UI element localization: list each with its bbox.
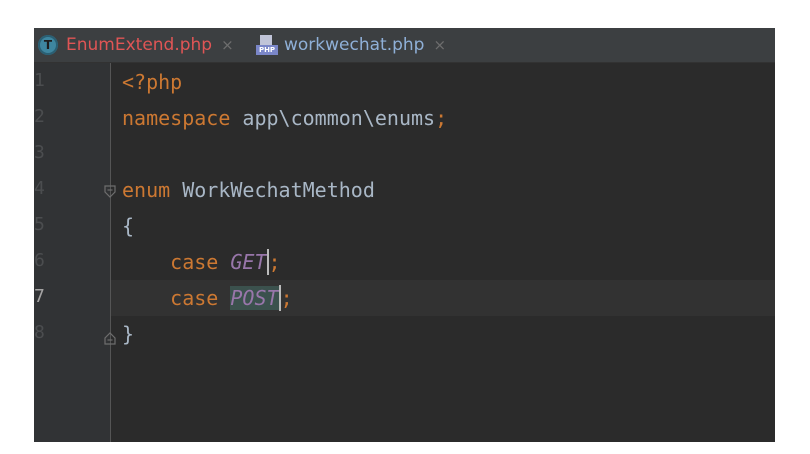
line-number: 8 bbox=[34, 322, 45, 343]
namespace-keyword: namespace bbox=[122, 106, 231, 130]
line-number: 3 bbox=[34, 142, 45, 163]
open-brace: { bbox=[122, 214, 135, 238]
semicolon: ; bbox=[268, 250, 281, 274]
php-file-icon-label: PHP bbox=[256, 45, 278, 55]
close-icon[interactable]: × bbox=[433, 36, 446, 54]
semicolon: ; bbox=[280, 286, 293, 310]
tab-workwechat[interactable]: PHP workwechat.php × bbox=[256, 28, 446, 62]
code-line-7[interactable]: case POST; bbox=[122, 280, 293, 316]
fold-close-icon[interactable] bbox=[103, 331, 117, 345]
enum-case-post: POST bbox=[230, 286, 279, 310]
line-number: 2 bbox=[34, 106, 45, 127]
enum-case-get: GET bbox=[230, 250, 267, 274]
enum-name: WorkWechatMethod bbox=[170, 178, 375, 202]
php-file-icon: PHP bbox=[256, 35, 278, 55]
enum-keyword: enum bbox=[122, 178, 171, 202]
close-brace: } bbox=[122, 322, 135, 346]
close-icon[interactable]: × bbox=[221, 36, 234, 54]
tab-enumextend[interactable]: T EnumExtend.php × bbox=[34, 28, 234, 62]
editor-window: T EnumExtend.php × PHP workwechat.php × … bbox=[34, 28, 775, 442]
line-number-current: 7 bbox=[34, 286, 45, 307]
line-number: 6 bbox=[34, 250, 45, 271]
php-open-tag: <?php bbox=[122, 70, 183, 94]
code-line-8[interactable]: } bbox=[122, 316, 134, 352]
code-line-2[interactable]: namespace app\common\enums; bbox=[122, 100, 447, 136]
line-number: 5 bbox=[34, 214, 45, 235]
semicolon: ; bbox=[435, 106, 448, 130]
namespace-path: app\common\enums bbox=[230, 106, 436, 130]
case-keyword: case bbox=[170, 286, 219, 310]
line-number-gutter[interactable]: 1 2 3 4 5 6 7 8 bbox=[34, 63, 110, 442]
code-line-5[interactable]: { bbox=[122, 208, 134, 244]
line-number: 4 bbox=[34, 178, 45, 199]
fold-open-icon[interactable] bbox=[103, 185, 117, 199]
code-line-6[interactable]: case GET; bbox=[122, 244, 281, 280]
case-keyword: case bbox=[170, 250, 219, 274]
code-line-1[interactable]: <?php bbox=[122, 64, 182, 100]
editor-tab-bar: T EnumExtend.php × PHP workwechat.php × bbox=[34, 28, 775, 63]
tab-label: workwechat.php bbox=[284, 35, 425, 55]
line-number: 1 bbox=[34, 70, 45, 91]
gutter-divider bbox=[110, 63, 111, 442]
tab-label: EnumExtend.php bbox=[66, 35, 213, 55]
code-line-4[interactable]: enum WorkWechatMethod bbox=[122, 172, 375, 208]
trait-file-icon: T bbox=[38, 35, 58, 55]
